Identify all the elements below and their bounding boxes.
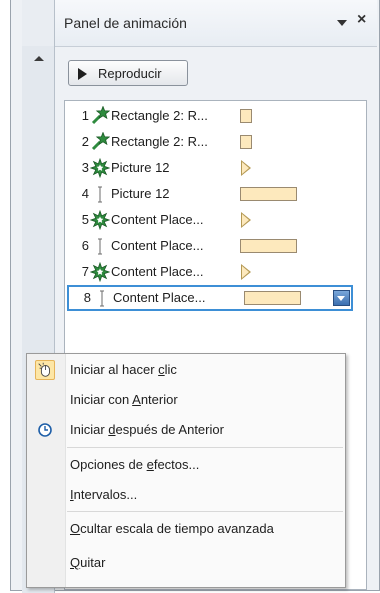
chevron-down-icon[interactable] — [335, 17, 349, 29]
emphasis-star-icon — [89, 157, 111, 179]
context-menu-item[interactable]: Iniciar con Anterior — [27, 385, 345, 415]
timeline-bar[interactable] — [240, 187, 297, 201]
animation-order-number: 2 — [81, 134, 89, 149]
animation-order-number: 5 — [81, 212, 89, 227]
animation-order-number: 6 — [81, 238, 89, 253]
entrance-star-icon — [90, 131, 111, 152]
animation-label: Rectangle 2: R... — [111, 108, 208, 123]
animation-order-number: 1 — [81, 108, 89, 123]
context-menu-item-label: Intervalos... — [70, 487, 138, 502]
context-menu-item-label: Ocultar escala de tiempo avanzada — [70, 521, 274, 536]
animation-row[interactable]: 3 Picture 12 — [65, 155, 366, 181]
animation-label: Picture 12 — [111, 186, 170, 201]
animation-label: Content Place... — [111, 264, 204, 279]
context-menu-item-label: Iniciar después de Anterior — [70, 422, 224, 437]
timeline-bar[interactable] — [240, 109, 252, 123]
play-icon — [78, 68, 87, 80]
after-previous-bar-icon — [90, 236, 110, 256]
context-menu-item-label: Iniciar con Anterior — [70, 392, 178, 407]
timeline-bar[interactable] — [240, 135, 252, 149]
context-menu-item[interactable]: Iniciar al hacer clic — [27, 355, 345, 385]
mouse-click-icon — [35, 360, 55, 380]
context-menu-item[interactable]: Ocultar escala de tiempo avanzada — [27, 514, 345, 544]
context-menu: Iniciar al hacer clic Iniciar con Anterio… — [26, 353, 346, 588]
scroll-up-arrow-icon[interactable] — [34, 56, 44, 61]
menu-separator — [67, 511, 343, 512]
context-menu-item-label: Opciones de efectos... — [70, 457, 200, 472]
context-menu-item[interactable]: Opciones de efectos... — [27, 450, 345, 480]
context-menu-item[interactable]: Intervalos... — [27, 480, 345, 510]
animation-row[interactable]: 1 Rectangle 2: R... — [65, 103, 366, 129]
animation-label: Rectangle 2: R... — [111, 134, 208, 149]
clock-icon — [35, 420, 55, 440]
slide-scrollbar-header — [22, 0, 54, 46]
menu-separator — [67, 447, 343, 448]
timeline-bar[interactable] — [240, 239, 297, 253]
emphasis-star-icon — [89, 209, 111, 231]
context-menu-item-label: Quitar — [70, 555, 106, 570]
after-previous-bar-icon — [90, 184, 110, 204]
animation-row[interactable]: 6 Content Place... — [65, 233, 366, 259]
play-button-label: Reproducir — [98, 66, 162, 81]
animation-label: Picture 12 — [111, 160, 170, 175]
animation-row[interactable]: 4 Picture 12 — [65, 181, 366, 207]
animation-order-number: 3 — [81, 160, 89, 175]
after-previous-bar-icon — [92, 288, 112, 308]
context-menu-item-label: Iniciar al hacer clic — [70, 362, 177, 377]
animation-label: Content Place... — [111, 212, 204, 227]
entrance-star-icon — [90, 105, 111, 126]
animation-order-number: 7 — [81, 264, 89, 279]
close-icon[interactable]: × — [357, 11, 366, 29]
timeline-bar[interactable] — [244, 291, 301, 305]
row-dropdown-button[interactable] — [333, 290, 350, 306]
pane-title: Panel de animación — [64, 15, 187, 31]
pane-header: Panel de animación × — [55, 0, 377, 47]
animation-row[interactable]: 5 Content Place... — [65, 207, 366, 233]
emphasis-star-icon — [89, 261, 111, 283]
animation-row[interactable]: 7 Content Place... — [65, 259, 366, 285]
context-menu-item[interactable]: Iniciar después de Anterior — [27, 415, 345, 445]
animation-row[interactable]: 2 Rectangle 2: R... — [65, 129, 366, 155]
animation-order-number: 8 — [83, 290, 91, 305]
animation-order-number: 4 — [81, 186, 89, 201]
animation-label: Content Place... — [113, 290, 206, 305]
animation-label: Content Place... — [111, 238, 204, 253]
animation-row[interactable]: 8 Content Place... — [67, 285, 353, 311]
context-menu-item[interactable]: Quitar — [27, 548, 345, 578]
play-button[interactable]: Reproducir — [68, 60, 188, 86]
